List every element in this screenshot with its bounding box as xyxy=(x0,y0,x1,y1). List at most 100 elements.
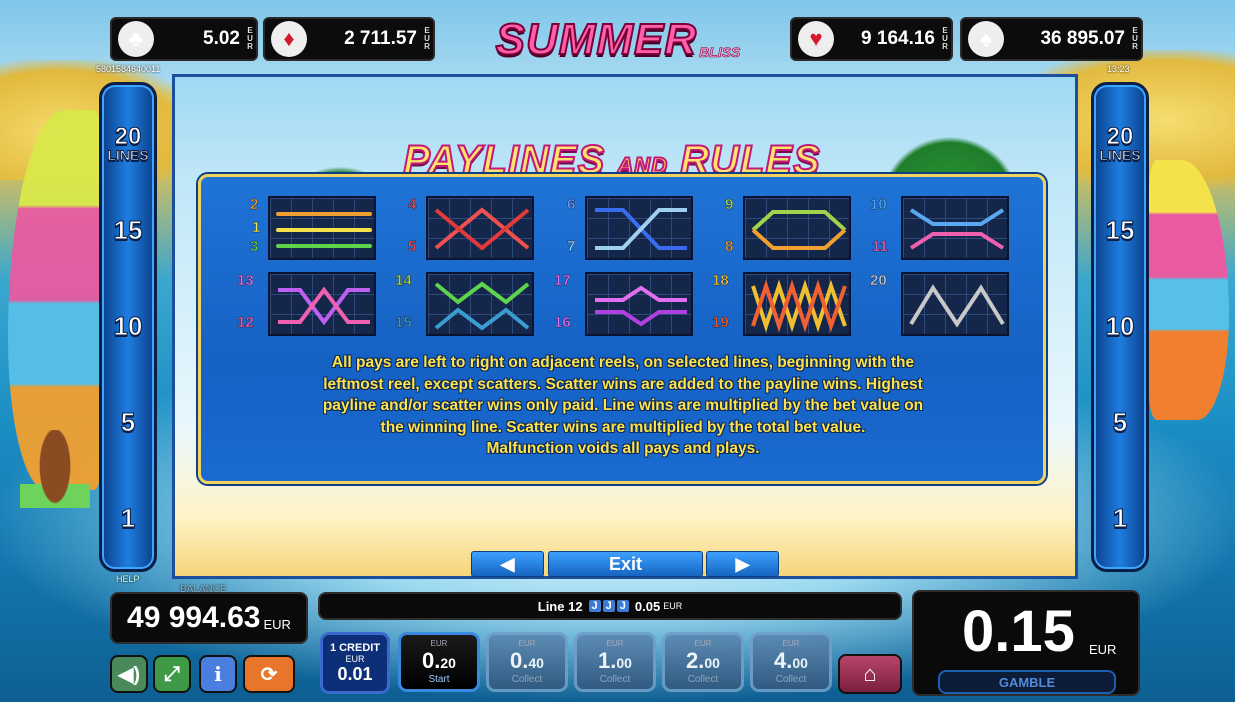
line-win-currency: EUR xyxy=(663,601,683,611)
bet-button-2-00[interactable]: EUR 2.00 Collect xyxy=(662,632,744,692)
bet-button-0-40[interactable]: EUR 0.40 Collect xyxy=(486,632,568,692)
payline-number: 9 xyxy=(725,196,734,213)
lines-1-right[interactable]: 1 xyxy=(1098,503,1142,534)
lines-1-left[interactable]: 1 xyxy=(106,503,150,534)
game-logo: SUMMER BLISS xyxy=(468,14,768,66)
home-icon[interactable]: ⌂ xyxy=(838,654,902,694)
payline-6-7 xyxy=(585,196,693,260)
balance-value: 49 994.63 xyxy=(127,601,261,634)
bet-int: 0. xyxy=(510,648,529,673)
rules-line: All pays are left to right on adjacent r… xyxy=(331,354,915,371)
lines-5-right[interactable]: 5 xyxy=(1098,407,1142,438)
spade-icon: ♠ xyxy=(968,21,1004,57)
total-bet-display: 0.15 EUR GAMBLE xyxy=(912,590,1140,696)
diamond-icon: ♦ xyxy=(271,21,307,57)
jackpot-spade-meter: ♠ 36 895.07 E U R xyxy=(960,17,1143,61)
exit-button[interactable]: Exit xyxy=(548,551,703,577)
credit-denomination-button[interactable]: 1 CREDIT EUR 0.01 xyxy=(320,632,390,694)
rules-line: leftmost reel, except scatters. Scatter … xyxy=(323,375,923,393)
rules-line: the winning line. Scatter wins are multi… xyxy=(380,418,866,436)
bet-dec: 00 xyxy=(704,655,720,671)
payline-18-19 xyxy=(743,272,851,336)
payline-number: 10 xyxy=(870,196,887,213)
credit-currency: EUR xyxy=(345,653,365,664)
payline-number: 1 xyxy=(252,219,261,236)
payline-number: 7 xyxy=(567,238,576,255)
next-page-button[interactable]: ▶ xyxy=(706,551,779,577)
help-label[interactable]: HELP xyxy=(116,574,140,584)
bet-button-1-00[interactable]: EUR 1.00 Collect xyxy=(574,632,656,692)
balance-currency: EUR xyxy=(263,616,291,632)
lines-column-right: 20 LINES 15 10 5 1 xyxy=(1091,82,1149,572)
bet-dec: 00 xyxy=(792,655,808,671)
payline-10-11 xyxy=(901,196,1009,260)
lines-column-left: 20 LINES 15 10 5 1 xyxy=(99,82,157,572)
bet-currency: EUR xyxy=(518,639,536,648)
bet-action: Collect xyxy=(775,674,807,685)
bet-action: Collect xyxy=(511,674,543,685)
jackpot-club-value: 5.02 xyxy=(203,28,240,49)
autoplay-icon[interactable]: ⟳ xyxy=(243,655,295,693)
payline-number: 13 xyxy=(237,272,254,289)
bet-button-0-20[interactable]: EUR 0.20 Start xyxy=(398,632,480,692)
bet-currency: EUR xyxy=(430,639,448,648)
jackpot-spade-value: 36 895.07 xyxy=(1040,28,1125,49)
heart-icon: ♥ xyxy=(798,21,834,57)
bet-action: Collect xyxy=(599,674,631,685)
jackpot-diamond-value: 2 711.57 xyxy=(344,28,417,49)
rules-text: All pays are left to right on adjacent r… xyxy=(262,352,984,460)
bet-dec: 00 xyxy=(616,655,632,671)
lines-5-left[interactable]: 5 xyxy=(106,407,150,438)
jackpot-currency: E U R xyxy=(247,26,253,51)
jackpot-diamond-meter: ♦ 2 711.57 E U R xyxy=(263,17,435,61)
payline-8-9 xyxy=(743,196,851,260)
line-win-text: Line 12 xyxy=(537,598,583,614)
payline-16-17 xyxy=(585,272,693,336)
payline-14-15 xyxy=(426,272,534,336)
payline-12-13 xyxy=(268,272,376,336)
balance-display: 49 994.63 EUR xyxy=(110,592,308,644)
lines-15-left[interactable]: 15 xyxy=(106,215,150,246)
windsurfer-left xyxy=(20,430,90,550)
lines-15-right[interactable]: 15 xyxy=(1098,215,1142,246)
total-bet-value: 0.15 xyxy=(962,599,1075,664)
logo-sub: BLISS xyxy=(699,44,741,61)
bet-int: 1. xyxy=(598,648,617,673)
prev-page-button[interactable]: ◀ xyxy=(471,551,544,577)
lines-10-left[interactable]: 10 xyxy=(106,311,150,342)
jackpot-heart-meter: ♥ 9 164.16 E U R xyxy=(790,17,953,61)
clock: 13:23 xyxy=(1107,64,1130,74)
payline-number: 16 xyxy=(554,314,571,331)
line-win-bar: Line 12 J J J 0.05 EUR xyxy=(318,592,902,620)
payline-4-5 xyxy=(426,196,534,260)
bet-dec: 40 xyxy=(528,655,544,671)
payline-number: 18 xyxy=(712,272,729,289)
lines-20-left[interactable]: 20 LINES xyxy=(106,123,150,164)
fullscreen-icon[interactable]: ⤢ xyxy=(153,655,191,693)
payline-number: 5 xyxy=(408,238,417,255)
rules-line: Malfunction voids all pays and plays. xyxy=(486,440,760,457)
bet-int: 0. xyxy=(422,648,441,673)
line-win-amount: 0.05 xyxy=(634,598,661,614)
bet-dec: 20 xyxy=(440,655,456,671)
payline-number: 11 xyxy=(872,238,888,255)
lines-10-right[interactable]: 10 xyxy=(1098,311,1142,342)
jack-symbol-icon: J xyxy=(602,600,615,612)
payline-number: 17 xyxy=(554,272,571,289)
payline-20 xyxy=(901,272,1009,336)
credit-value: 0.01 xyxy=(337,663,373,684)
session-id: 5801584640011 xyxy=(96,64,161,74)
bet-currency: EUR xyxy=(606,639,624,648)
payline-number: 14 xyxy=(395,272,412,289)
lines-20-right[interactable]: 20 LINES xyxy=(1098,123,1142,164)
jack-symbol-icon: J xyxy=(616,600,629,612)
payline-number: 8 xyxy=(725,238,734,255)
info-icon[interactable]: i xyxy=(199,655,237,693)
bet-int: 4. xyxy=(774,648,793,673)
club-icon: ♣ xyxy=(118,21,154,57)
bet-button-4-00[interactable]: EUR 4.00 Collect xyxy=(750,632,832,692)
payline-number: 2 xyxy=(250,196,259,213)
gamble-button[interactable]: GAMBLE xyxy=(938,670,1116,694)
speaker-icon[interactable]: ◀) xyxy=(110,655,148,693)
jackpot-currency: E U R xyxy=(942,26,948,51)
